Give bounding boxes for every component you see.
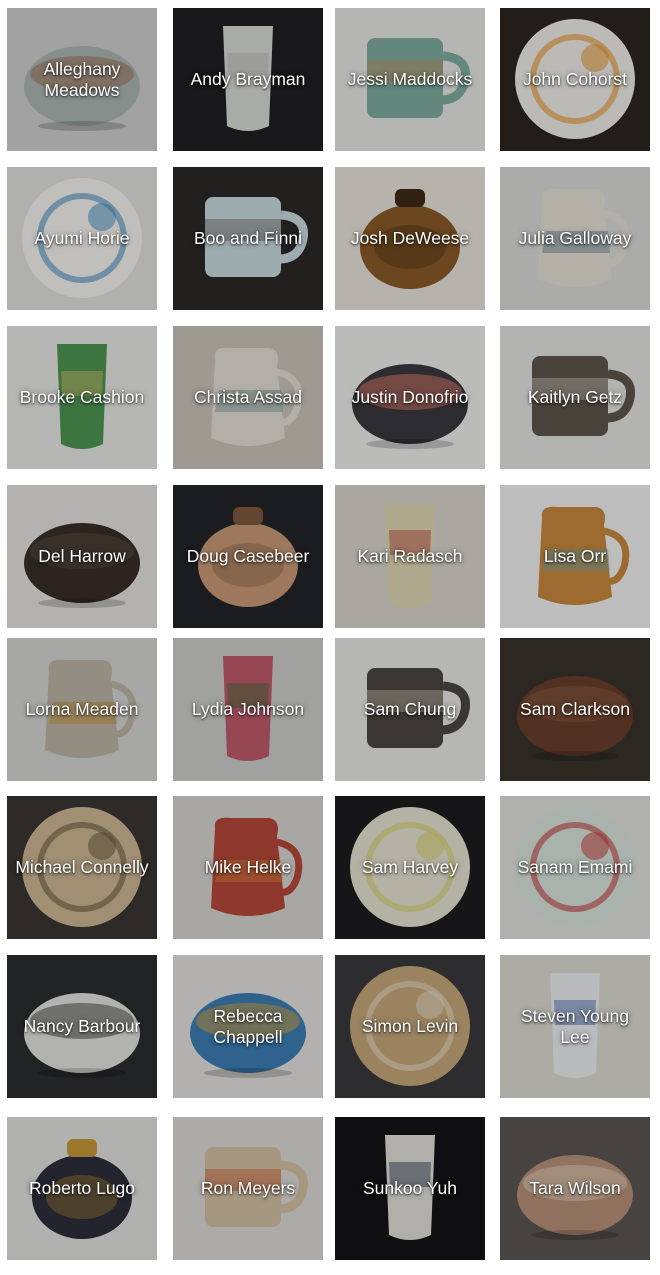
- artist-tile[interactable]: Andy Brayman: [173, 8, 323, 151]
- artist-tile[interactable]: Steven Young Lee: [500, 955, 650, 1098]
- artist-name: Justin Donofrio: [351, 387, 469, 407]
- artist-tile[interactable]: Sunkoo Yuh: [335, 1117, 485, 1260]
- artist-tile[interactable]: Tara Wilson: [500, 1117, 650, 1260]
- artist-name: Mike Helke: [204, 857, 292, 877]
- artist-name: John Cohorst: [522, 69, 628, 89]
- artist-tile[interactable]: Justin Donofrio: [335, 326, 485, 469]
- artist-name: Rebecca Chappell: [213, 1005, 283, 1047]
- artist-tile[interactable]: Brooke Cashion: [7, 326, 157, 469]
- artist-name: Roberto Lugo: [28, 1178, 136, 1198]
- artist-tile[interactable]: Michael Connelly: [7, 796, 157, 939]
- artist-tile[interactable]: Lorna Meaden: [7, 638, 157, 781]
- artist-tile[interactable]: Nancy Barbour: [7, 955, 157, 1098]
- artist-name: Kari Radasch: [357, 546, 463, 566]
- artist-tile[interactable]: Ayumi Horie: [7, 167, 157, 310]
- artist-name: Jessi Maddocks: [347, 69, 473, 89]
- artist-name: Ayumi Horie: [34, 228, 130, 248]
- artist-tile[interactable]: Del Harrow: [7, 485, 157, 628]
- artist-name: Julia Galloway: [518, 228, 632, 248]
- artist-tile[interactable]: Kaitlyn Getz: [500, 326, 650, 469]
- artist-tile[interactable]: Lisa Orr: [500, 485, 650, 628]
- artist-tile[interactable]: John Cohorst: [500, 8, 650, 151]
- artist-name: Kaitlyn Getz: [527, 387, 623, 407]
- artist-name: Sam Harvey: [361, 857, 459, 877]
- artist-name: Tara Wilson: [529, 1178, 621, 1198]
- artist-name: Nancy Barbour: [23, 1016, 141, 1036]
- artist-tile[interactable]: Josh DeWeese: [335, 167, 485, 310]
- artist-name: Andy Brayman: [190, 69, 306, 89]
- artist-tile[interactable]: Doug Casebeer: [173, 485, 323, 628]
- artist-name: Lydia Johnson: [191, 699, 305, 719]
- artist-name: Lorna Meaden: [25, 699, 139, 719]
- artist-tile[interactable]: Lydia Johnson: [173, 638, 323, 781]
- artist-tile[interactable]: Sanam Emami: [500, 796, 650, 939]
- artist-tile[interactable]: Boo and Finni: [173, 167, 323, 310]
- artist-tile[interactable]: Roberto Lugo: [7, 1117, 157, 1260]
- artist-tile[interactable]: Sam Chung: [335, 638, 485, 781]
- artist-tile[interactable]: Rebecca Chappell: [173, 955, 323, 1098]
- artist-name: Sunkoo Yuh: [362, 1178, 458, 1198]
- artist-tile[interactable]: Jessi Maddocks: [335, 8, 485, 151]
- artist-name: Steven Young Lee: [520, 1005, 630, 1047]
- artist-name: Ron Meyers: [200, 1178, 296, 1198]
- artist-name: Josh DeWeese: [350, 228, 470, 248]
- artist-tile[interactable]: Mike Helke: [173, 796, 323, 939]
- artist-name: Sanam Emami: [517, 857, 633, 877]
- artist-tile[interactable]: Simon Levin: [335, 955, 485, 1098]
- artist-name: Christa Assad: [194, 387, 302, 407]
- artist-name: Sam Chung: [363, 699, 457, 719]
- artist-tile[interactable]: Ron Meyers: [173, 1117, 323, 1260]
- artist-tile[interactable]: Julia Galloway: [500, 167, 650, 310]
- artist-name: Sam Clarkson: [520, 699, 630, 719]
- artist-name: Alleghany Meadows: [43, 58, 121, 100]
- artist-tile[interactable]: Kari Radasch: [335, 485, 485, 628]
- artist-tile[interactable]: Christa Assad: [173, 326, 323, 469]
- artist-name: Michael Connelly: [15, 857, 149, 877]
- artist-tile[interactable]: Sam Harvey: [335, 796, 485, 939]
- artist-name: Doug Casebeer: [186, 546, 310, 566]
- artist-tile[interactable]: Sam Clarkson: [500, 638, 650, 781]
- artist-name: Simon Levin: [361, 1016, 459, 1036]
- artist-name: Brooke Cashion: [19, 387, 145, 407]
- artist-tile[interactable]: Alleghany Meadows: [7, 8, 157, 151]
- artist-name: Lisa Orr: [543, 546, 607, 566]
- artist-grid: Alleghany Meadows Andy Brayman Jessi Maddo…: [0, 0, 660, 1275]
- artist-name: Boo and Finni: [194, 228, 302, 248]
- artist-name: Del Harrow: [38, 546, 126, 566]
